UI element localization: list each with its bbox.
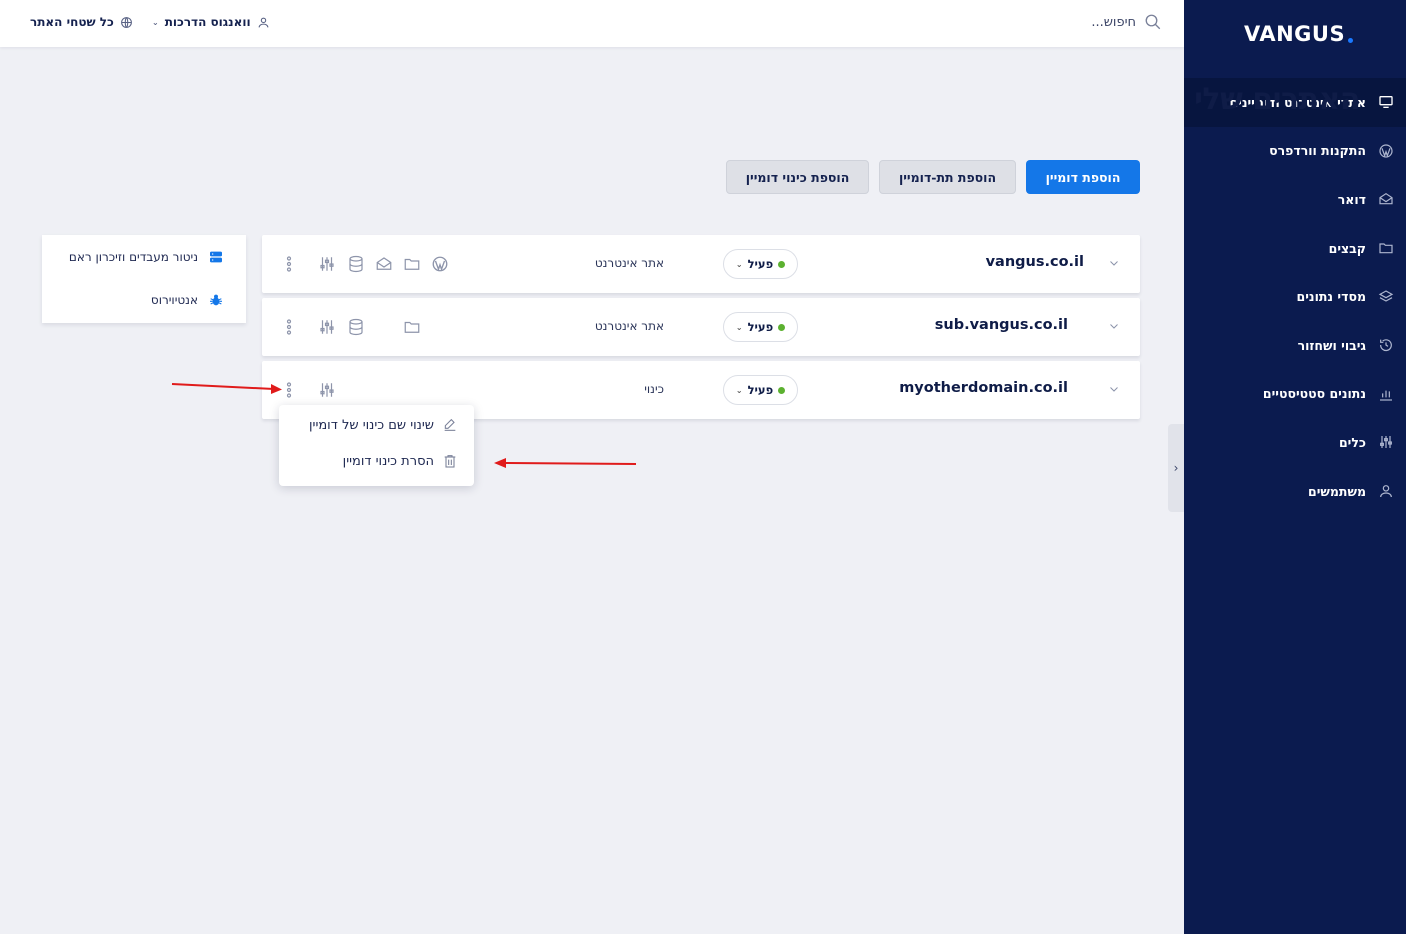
settings-sliders-icon[interactable] xyxy=(318,318,336,336)
sidebar-nav: אתרי אינטרנט ודומיינים התקנות וורדפרס דו… xyxy=(1184,78,1406,515)
account-menu[interactable]: וואנגוס הדרכות ⌄ xyxy=(152,15,270,29)
domain-row: vangus.co.il ⌄ פעיל אתר אינטרנט xyxy=(262,235,1140,293)
annotation-arrow xyxy=(494,458,637,468)
more-options-icon[interactable] xyxy=(286,382,292,398)
chevron-down-icon[interactable] xyxy=(1108,257,1120,269)
sidebar-item-tools[interactable]: כלים xyxy=(1184,418,1406,467)
rename-alias-item[interactable]: שינוי שם כינוי של דומיין xyxy=(309,417,458,433)
domain-row: sub.vangus.co.il ⌄ פעיל אתר אינטרנט xyxy=(262,298,1140,356)
monitor-icon xyxy=(1378,94,1394,110)
status-dot-icon xyxy=(778,260,786,268)
remove-alias-item[interactable]: הסרת כינוי דומיין xyxy=(343,453,458,469)
sites-label: כל שטחי האתר xyxy=(30,15,114,29)
search-box[interactable]: חיפוש... xyxy=(1091,13,1162,31)
row-type: אתר אינטרנט xyxy=(594,256,664,270)
status-dot-icon xyxy=(778,323,786,331)
sidebar-item-users[interactable]: משתמשים xyxy=(1184,467,1406,516)
trash-icon xyxy=(442,453,458,469)
search-icon xyxy=(1144,13,1162,31)
folder-icon[interactable] xyxy=(403,318,421,336)
user-icon xyxy=(257,16,270,29)
more-options-icon[interactable] xyxy=(286,256,292,272)
user-icon xyxy=(1378,483,1394,499)
sidebar-item-wordpress[interactable]: התקנות וורדפרס xyxy=(1184,127,1406,176)
monitor-item[interactable]: ניטור מעבדים וזיכרון ראם xyxy=(69,249,224,265)
folder-icon xyxy=(1378,240,1394,256)
layers-icon xyxy=(1378,289,1394,305)
alias-context-menu: שינוי שם כינוי של דומיין הסרת כינוי דומי… xyxy=(279,405,474,486)
mail-icon[interactable] xyxy=(375,255,393,273)
bug-icon xyxy=(208,292,224,308)
sidebar-item-stats[interactable]: נתונים סטטיסטיים xyxy=(1184,370,1406,419)
sidebar-item-databases[interactable]: מסדי נתונים xyxy=(1184,272,1406,321)
row-type: כינוי xyxy=(644,382,664,396)
antivirus-item[interactable]: אנטיוירוס xyxy=(151,292,224,308)
add-alias-button[interactable]: הוספת כינוי דומיין xyxy=(726,160,869,194)
status-badge[interactable]: ⌄ פעיל xyxy=(723,249,798,279)
row-type: אתר אינטרנט xyxy=(594,319,664,333)
status-badge[interactable]: ⌄ פעיל xyxy=(723,375,798,405)
sites-selector[interactable]: כל שטחי האתר xyxy=(30,15,133,29)
domain-name[interactable]: sub.vangus.co.il xyxy=(935,317,1068,333)
chevron-right-icon: › xyxy=(1173,461,1179,475)
search-input[interactable]: חיפוש... xyxy=(1091,15,1136,30)
folder-icon[interactable] xyxy=(403,255,421,273)
chevron-down-icon: ⌄ xyxy=(735,259,743,269)
domain-name[interactable]: vangus.co.il xyxy=(986,254,1084,270)
page-title: האתרים שלי xyxy=(1194,82,1360,117)
chevron-down-icon: ⌄ xyxy=(735,385,743,395)
wordpress-icon xyxy=(1378,143,1394,159)
status-dot-icon xyxy=(778,386,786,394)
top-bar: חיפוש... וואנגוס הדרכות ⌄ כל שטחי האתר xyxy=(0,0,1184,47)
database-icon[interactable] xyxy=(347,255,365,273)
sidebar-item-backup[interactable]: גיבוי ושחזור xyxy=(1184,321,1406,370)
status-badge[interactable]: ⌄ פעיל xyxy=(723,312,798,342)
mail-icon xyxy=(1378,191,1394,207)
settings-sliders-icon[interactable] xyxy=(318,381,336,399)
chevron-down-icon[interactable] xyxy=(1108,320,1120,332)
add-domain-button[interactable]: הוספת דומיין xyxy=(1026,160,1140,194)
tools-icon xyxy=(1378,434,1394,450)
account-label: וואנגוס הדרכות xyxy=(164,15,251,29)
wordpress-icon[interactable] xyxy=(431,255,449,273)
chevron-down-icon: ⌄ xyxy=(152,17,159,27)
backup-icon xyxy=(1378,337,1394,353)
database-icon[interactable] xyxy=(347,318,365,336)
globe-icon xyxy=(120,16,133,29)
server-icon xyxy=(208,249,224,265)
stats-icon xyxy=(1378,386,1394,402)
sidebar: VANGUS אתרי אינטרנט ודומיינים התקנות וור… xyxy=(1184,0,1406,934)
sidebar-collapse-toggle[interactable]: › xyxy=(1168,424,1184,512)
pencil-icon xyxy=(442,417,458,433)
settings-sliders-icon[interactable] xyxy=(318,255,336,273)
quick-tools-widget: ניטור מעבדים וזיכרון ראם אנטיוירוס xyxy=(42,235,246,323)
chevron-down-icon: ⌄ xyxy=(735,322,743,332)
vangus-logo[interactable]: VANGUS xyxy=(1244,20,1354,48)
add-subdomain-button[interactable]: הוספת תת-דומיין xyxy=(879,160,1016,194)
sidebar-item-mail[interactable]: דואר xyxy=(1184,175,1406,224)
sidebar-item-files[interactable]: קבצים xyxy=(1184,224,1406,273)
domain-name[interactable]: myotherdomain.co.il xyxy=(899,380,1068,396)
chevron-down-icon[interactable] xyxy=(1108,383,1120,395)
more-options-icon[interactable] xyxy=(286,319,292,335)
